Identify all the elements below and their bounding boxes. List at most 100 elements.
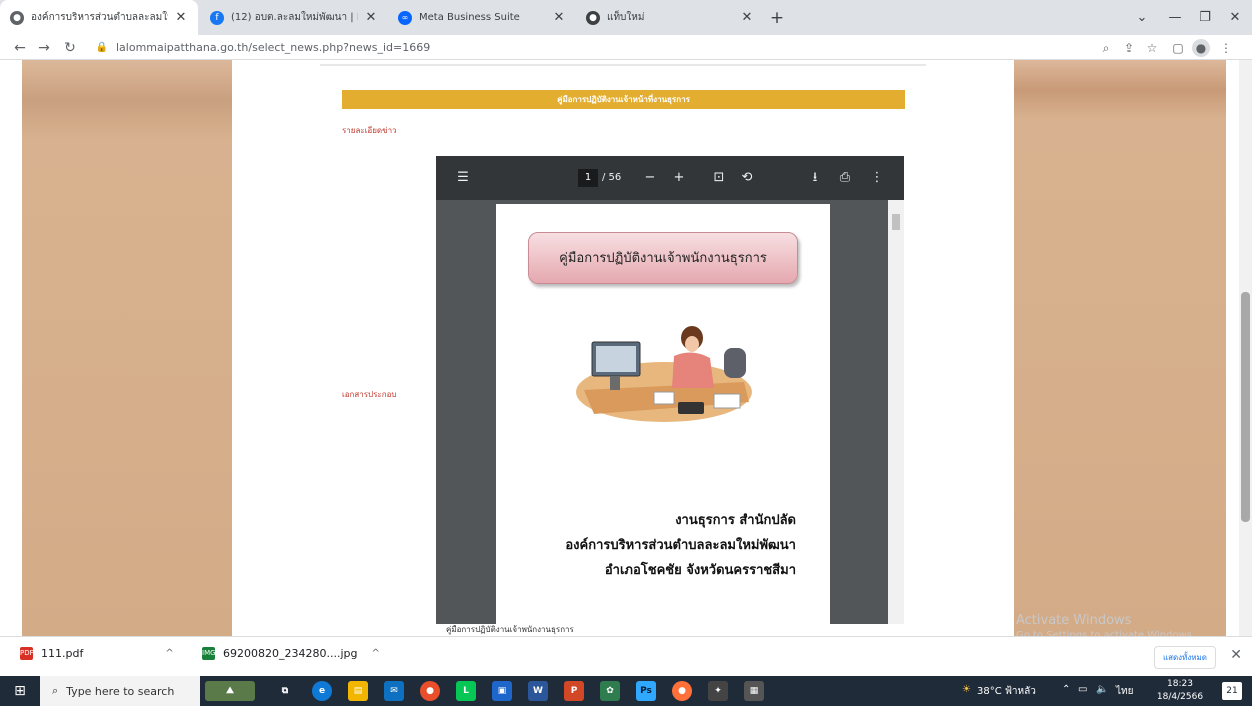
download-item[interactable]: IMG 69200820_234280....jpg ^ bbox=[202, 647, 380, 660]
weather-icon: ☀ bbox=[962, 684, 971, 695]
firefox-icon[interactable]: ● bbox=[672, 681, 692, 701]
windows-start-icon[interactable]: ⊞ bbox=[0, 676, 40, 706]
pdf-scrollbar-thumb[interactable] bbox=[892, 214, 900, 230]
news-title-bar: คู่มือการปฏิบัติงานเจ้าหน้าที่งานธุรการ bbox=[342, 90, 905, 109]
tray-chevron-icon[interactable]: ⌃ bbox=[1062, 684, 1070, 695]
tab-title: แท็บใหม่ bbox=[607, 12, 645, 23]
close-window-button[interactable]: ✕ bbox=[1220, 0, 1250, 35]
document-title: คู่มือการปฏิบัติงานเจ้าพนักงานธุรการ bbox=[528, 232, 798, 284]
tab-title: (12) อบต.ละลมใหม่พัฒนา | Facebook bbox=[231, 12, 358, 23]
image-icon: IMG bbox=[202, 647, 216, 660]
clock[interactable]: 18:23 18/4/2566 bbox=[1150, 678, 1210, 704]
search-placeholder: Type here to search bbox=[66, 684, 175, 698]
close-tab-icon[interactable]: ✕ bbox=[552, 10, 566, 25]
close-shelf-icon[interactable]: ✕ bbox=[1230, 647, 1242, 663]
tab-search-icon[interactable]: ⌄ bbox=[1127, 0, 1157, 35]
download-item[interactable]: PDF 111.pdf ^ bbox=[20, 647, 174, 660]
profile-avatar-icon[interactable]: ● bbox=[1192, 39, 1210, 57]
more-options-icon[interactable]: ⋮ bbox=[868, 168, 886, 188]
weather-text: 38°C ฟ้าหลัว bbox=[976, 686, 1036, 697]
activate-windows-title: Activate Windows bbox=[1016, 613, 1132, 628]
settings-app-icon[interactable]: ▦ bbox=[744, 681, 764, 701]
page-scrollbar-thumb[interactable] bbox=[1241, 292, 1250, 522]
tab-facebook[interactable]: f (12) อบต.ละลมใหม่พัฒนา | Facebook ✕ bbox=[200, 0, 388, 35]
left-background-panel bbox=[22, 60, 232, 636]
forward-button[interactable]: → bbox=[34, 38, 54, 58]
download-shelf: PDF 111.pdf ^ IMG 69200820_234280....jpg… bbox=[0, 636, 1252, 676]
tab-active[interactable]: ● องค์การบริหารส่วนตำบลละลมใหม่พัฒนา ✕ bbox=[0, 0, 198, 35]
close-tab-icon[interactable]: ✕ bbox=[740, 10, 754, 25]
browser-toolbar: ← → ↻ 🔒 lalommaipatthana.go.th/select_ne… bbox=[0, 35, 1252, 60]
right-background-panel bbox=[1014, 60, 1226, 636]
footer-line-3: อำเภอโชคชัย จังหวัดนครราชสีมา bbox=[604, 563, 796, 578]
tab-strip: ● องค์การบริหารส่วนตำบลละลมใหม่พัฒนา ✕ f… bbox=[0, 0, 1252, 35]
new-tab-button[interactable]: + bbox=[766, 7, 788, 29]
chrome-taskbar-icon[interactable]: ● bbox=[420, 681, 440, 701]
mail-icon[interactable]: ✉ bbox=[384, 681, 404, 701]
lock-icon[interactable]: 🔒 bbox=[92, 38, 112, 58]
download-icon[interactable]: ⭳ bbox=[806, 168, 824, 188]
word-icon[interactable]: W bbox=[528, 681, 548, 701]
app-icon[interactable]: ✦ bbox=[708, 681, 728, 701]
share-icon[interactable]: ⇪ bbox=[1120, 39, 1138, 57]
page-viewport: คู่มือการปฏิบัติงานเจ้าหน้าที่งานธุรการ … bbox=[0, 60, 1239, 636]
page-number-input[interactable]: 1 bbox=[578, 169, 598, 187]
tab-title: องค์การบริหารส่วนตำบลละลมใหม่พัฒนา bbox=[31, 12, 168, 23]
minimize-button[interactable]: — bbox=[1160, 0, 1190, 35]
address-bar[interactable]: lalommaipatthana.go.th/select_news.php?n… bbox=[116, 41, 430, 54]
fit-page-icon[interactable]: ⊡ bbox=[710, 168, 728, 188]
attachment-label: เอกสารประกอบ bbox=[342, 390, 397, 399]
detail-label: รายละเอียดข่าว bbox=[342, 126, 397, 135]
restore-button[interactable]: ❐ bbox=[1190, 0, 1220, 35]
zoom-out-icon[interactable]: − bbox=[641, 168, 659, 188]
landscape-widget-icon[interactable]: ⛰ bbox=[205, 681, 255, 701]
tab-new[interactable]: ● แท็บใหม่ ✕ bbox=[576, 0, 764, 35]
side-panel-icon[interactable]: ▢ bbox=[1169, 39, 1187, 57]
line-icon[interactable]: L bbox=[456, 681, 476, 701]
globe-icon: ● bbox=[10, 10, 24, 25]
pdf-viewer[interactable]: ☰ 1 / 56 − + ⊡ ⟲ ⭳ ⎙ ⋮ คู่มือการปฏิบัติง… bbox=[436, 156, 904, 636]
chevron-up-icon[interactable]: ^ bbox=[372, 648, 380, 659]
footer-line-1: งานธุรการ สำนักปลัด bbox=[675, 513, 796, 528]
pdf-menu-icon[interactable]: ☰ bbox=[454, 168, 472, 188]
file-explorer-icon[interactable]: ▤ bbox=[348, 681, 368, 701]
photos-icon[interactable]: ✿ bbox=[600, 681, 620, 701]
zoom-in-icon[interactable]: + bbox=[670, 168, 688, 188]
rotate-icon[interactable]: ⟲ bbox=[738, 168, 756, 188]
close-tab-icon[interactable]: ✕ bbox=[364, 10, 378, 25]
tab-meta-business[interactable]: ∞ Meta Business Suite ✕ bbox=[388, 0, 576, 35]
store-icon[interactable]: ▣ bbox=[492, 681, 512, 701]
bookmark-star-icon[interactable]: ☆ bbox=[1143, 39, 1161, 57]
task-view-icon[interactable]: ⧉ bbox=[275, 681, 295, 701]
reload-button[interactable]: ↻ bbox=[60, 38, 80, 58]
meta-icon: ∞ bbox=[398, 10, 412, 25]
powerpoint-icon[interactable]: P bbox=[564, 681, 584, 701]
pdf-page: คู่มือการปฏิบัติงานเจ้าพนักงานธุรการ งาน… bbox=[496, 204, 830, 636]
network-icon[interactable]: ▭ bbox=[1078, 684, 1087, 695]
chrome-icon: ● bbox=[586, 10, 600, 25]
taskbar-search[interactable]: ⌕ Type here to search bbox=[40, 676, 200, 706]
edge-icon[interactable]: e bbox=[312, 681, 332, 701]
download-filename: 69200820_234280....jpg bbox=[223, 647, 358, 660]
weather-widget[interactable]: ☀ 38°C ฟ้าหลัว bbox=[962, 684, 1036, 699]
notification-badge[interactable]: 21 bbox=[1222, 682, 1242, 700]
footer-line-2: องค์การบริหารส่วนตำบลละลมใหม่พัฒนา bbox=[565, 538, 796, 553]
tab-title: Meta Business Suite bbox=[419, 12, 520, 23]
back-button[interactable]: ← bbox=[10, 38, 30, 58]
pdf-icon: PDF bbox=[20, 647, 34, 660]
download-filename: 111.pdf bbox=[41, 647, 84, 660]
pdf-scrollbar[interactable] bbox=[888, 200, 904, 636]
print-icon[interactable]: ⎙ bbox=[836, 168, 854, 188]
close-tab-icon[interactable]: ✕ bbox=[174, 10, 188, 25]
volume-icon[interactable]: 🔈 bbox=[1096, 684, 1108, 695]
pdf-toolbar: ☰ 1 / 56 − + ⊡ ⟲ ⭳ ⎙ ⋮ bbox=[436, 156, 904, 200]
show-all-button[interactable]: แสดงทั้งหมด bbox=[1153, 646, 1216, 669]
menu-kebab-icon[interactable]: ⋮ bbox=[1217, 39, 1235, 57]
clock-time: 18:23 bbox=[1167, 679, 1193, 689]
chevron-up-icon[interactable]: ^ bbox=[165, 648, 173, 659]
photoshop-icon[interactable]: Ps bbox=[636, 681, 656, 701]
zoom-icon[interactable]: ⌕ bbox=[1097, 39, 1115, 57]
divider bbox=[320, 64, 926, 66]
clock-date: 18/4/2566 bbox=[1156, 692, 1204, 702]
language-indicator[interactable]: ไทย bbox=[1116, 684, 1133, 699]
